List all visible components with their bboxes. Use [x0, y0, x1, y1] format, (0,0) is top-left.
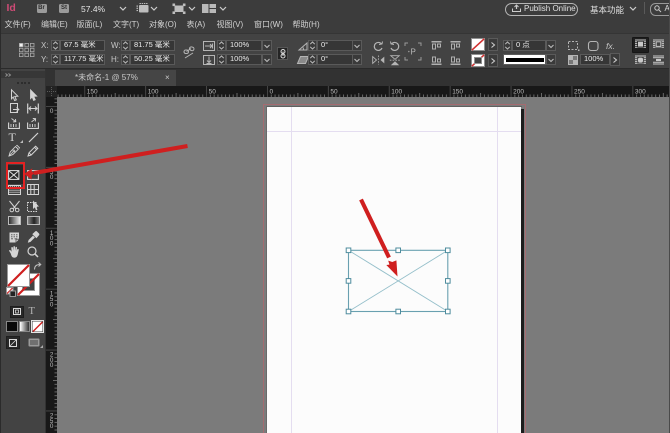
svg-text:250: 250 — [574, 89, 585, 96]
svg-text:0: 0 — [50, 108, 54, 115]
svg-text:50: 50 — [330, 89, 338, 96]
svg-text:300: 300 — [635, 89, 646, 96]
svg-text:150: 150 — [87, 89, 98, 96]
svg-text:100: 100 — [148, 89, 159, 96]
svg-text:0: 0 — [50, 423, 54, 430]
svg-text:0: 0 — [270, 89, 274, 96]
svg-text:100: 100 — [391, 89, 402, 96]
svg-text:0: 0 — [50, 362, 54, 369]
svg-text:0: 0 — [50, 240, 54, 247]
svg-text:P: P — [411, 48, 416, 57]
svg-text:50: 50 — [209, 89, 217, 96]
svg-text:150: 150 — [452, 89, 463, 96]
svg-text:0: 0 — [50, 301, 54, 308]
svg-text:200: 200 — [513, 89, 524, 96]
